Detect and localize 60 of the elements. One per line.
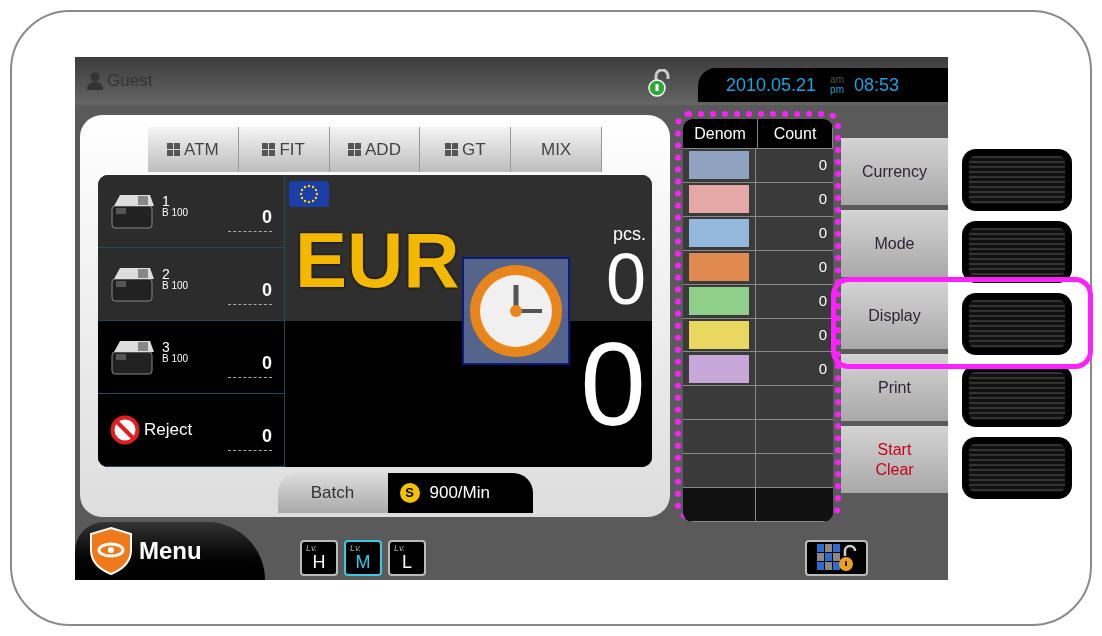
side-button[interactable]: Print — [841, 354, 948, 421]
denomination-count: 0 — [818, 358, 827, 379]
date-text: 2010.05.21 — [726, 73, 817, 97]
hardware-key[interactable] — [962, 149, 1072, 211]
mode-tab[interactable]: ATM — [148, 127, 239, 172]
pocket-batch: B 100 — [162, 208, 189, 218]
pcs-label: pcs. — [613, 225, 646, 243]
mode-indicator: Batch — [277, 473, 388, 513]
denomination-count: 0 — [818, 256, 827, 277]
pocket-batch: B 100 — [162, 281, 189, 291]
level-button[interactable]: Lv. H — [300, 540, 338, 576]
level-button[interactable]: Lv. L — [388, 540, 426, 576]
column-header: Denom — [683, 119, 758, 148]
side-button[interactable]: Display — [841, 282, 948, 349]
denomination-count: 0 — [818, 324, 827, 345]
pocket-batch: B 100 — [162, 354, 189, 364]
time-text: 08:53 — [854, 73, 900, 97]
pocket-number: 3 — [162, 340, 171, 354]
pocket-number: 2 — [162, 267, 171, 281]
pm-label: pm — [830, 85, 844, 95]
total-count: 0 — [580, 325, 646, 443]
denomination-count: 0 — [818, 155, 827, 176]
hardware-key[interactable] — [962, 293, 1072, 355]
keypad-padlock-icon — [816, 544, 857, 572]
eu-flag-icon — [289, 181, 329, 207]
mode-tab[interactable]: GT — [420, 127, 512, 172]
pcs-count: 0 — [605, 243, 646, 315]
column-header: Count — [758, 119, 833, 148]
denomination-count: 0 — [818, 189, 827, 210]
pocket-count: 0 — [228, 423, 272, 451]
shield-eye-icon — [89, 526, 133, 576]
denomination-count: 0 — [818, 290, 827, 311]
hardware-key[interactable] — [962, 437, 1072, 499]
am-label: am — [830, 75, 844, 85]
pocket-count: 0 — [228, 277, 272, 305]
mode-tab[interactable]: FIT — [238, 127, 330, 172]
unlocked-padlock-icon[interactable] — [648, 69, 670, 97]
side-button[interactable]: Currency — [841, 138, 948, 205]
level-button[interactable]: Lv. M — [344, 540, 382, 576]
currency-code: EUR — [295, 221, 460, 299]
reject-label: Reject — [144, 419, 193, 442]
mode-tab[interactable]: ADD — [329, 127, 421, 172]
person-icon — [87, 72, 103, 90]
grid-icon — [262, 143, 276, 156]
grid-icon — [445, 143, 458, 156]
mode-tab[interactable]: MIX — [511, 127, 602, 172]
grid-icon — [348, 143, 362, 156]
pocket-count: 0 — [228, 204, 272, 232]
keypad-lock-button[interactable] — [805, 540, 868, 576]
clock-icon — [461, 257, 570, 365]
grid-icon — [167, 143, 181, 156]
side-button[interactable]: Mode — [841, 210, 948, 277]
denomination-count: 0 — [818, 223, 827, 243]
hardware-key[interactable] — [962, 221, 1072, 283]
prohibited-icon — [110, 415, 140, 445]
menu-button[interactable]: Menu — [75, 522, 265, 580]
pocket-number: 1 — [162, 194, 171, 208]
speed-badge: S — [399, 483, 420, 503]
speed-text: 900/Min — [429, 482, 490, 505]
pocket-count: 0 — [228, 350, 272, 378]
